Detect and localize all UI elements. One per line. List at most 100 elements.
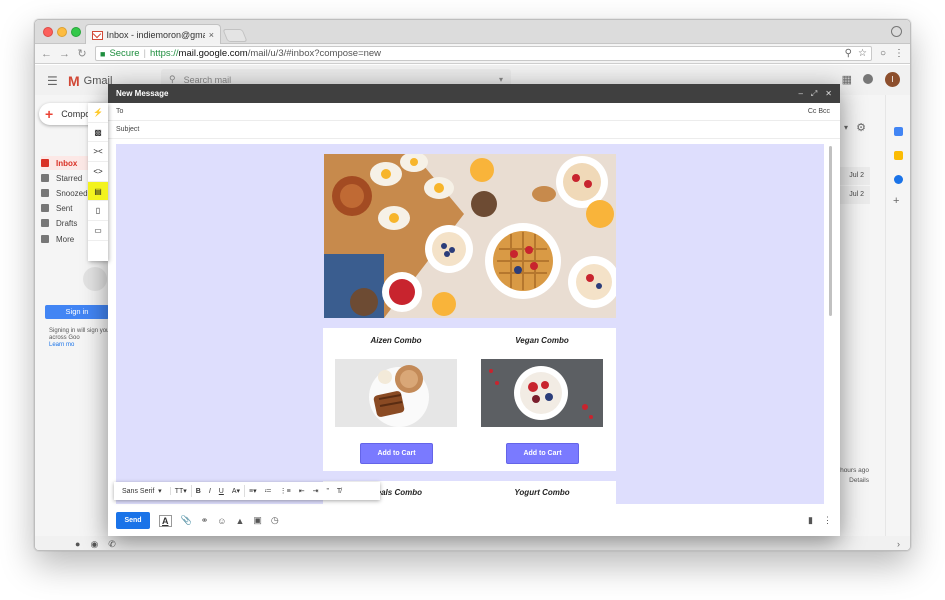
keep-icon[interactable] <box>894 151 903 160</box>
text-color-icon[interactable]: A▾ <box>228 487 244 495</box>
extension-icon[interactable]: ○ <box>880 48 886 59</box>
star-icon <box>41 174 49 182</box>
close-icon[interactable]: ✕ <box>825 89 832 99</box>
font-size-icon[interactable]: TT▾ <box>171 487 191 495</box>
code-icon[interactable]: <> <box>88 162 108 182</box>
forward-arrow-icon[interactable]: → <box>59 48 70 60</box>
hangouts-icon[interactable]: ◉ <box>90 539 98 550</box>
trash-icon[interactable]: ▮ <box>808 515 813 526</box>
minimize-icon[interactable]: – <box>798 89 802 99</box>
product-image-vegan <box>481 359 603 427</box>
chevron-down-icon[interactable]: ▾ <box>844 123 848 132</box>
product-image-aizen <box>335 359 457 427</box>
compose-header[interactable]: New Message – ⤢ ✕ <box>108 84 840 103</box>
tab-close-icon[interactable]: × <box>209 30 214 40</box>
confidential-icon[interactable]: ◷ <box>271 515 279 526</box>
browser-tab[interactable]: Inbox - indiemoron@gmail.com × <box>85 24 221 45</box>
new-tab-button[interactable] <box>222 29 248 42</box>
search-placeholder: Search mail <box>183 74 232 85</box>
align-icon[interactable]: ≡▾ <box>245 487 261 495</box>
back-arrow-icon[interactable]: ← <box>41 48 52 60</box>
emoji-icon[interactable]: ☺ <box>217 516 226 526</box>
main-menu-icon[interactable]: ☰ <box>47 74 58 88</box>
message-body-editor[interactable]: Aizen Combo Vegan Combo Add to Cart Add … <box>116 144 824 504</box>
gmail-favicon-icon <box>92 30 103 40</box>
calendar-icon[interactable] <box>894 127 903 136</box>
tab-strip: Inbox - indiemoron@gmail.com × <box>35 20 910 45</box>
address-bar[interactable]: ■ Secure | https://mail.google.com/mail/… <box>95 46 872 61</box>
subject-field[interactable]: Subject <box>116 126 139 133</box>
chevron-down-icon <box>41 235 49 243</box>
attach-icon[interactable]: 📎 <box>181 515 192 526</box>
lightning-icon[interactable]: ⚡ <box>88 103 108 123</box>
chevron-right-icon[interactable]: › <box>897 539 900 549</box>
minimize-window-button[interactable] <box>57 27 67 37</box>
bulleted-list-icon[interactable]: ⋮≡ <box>276 487 295 495</box>
close-window-button[interactable] <box>43 27 53 37</box>
mobile-preview-icon[interactable]: ▯ <box>88 201 108 222</box>
person-icon[interactable]: ● <box>75 539 80 549</box>
desktop-preview-icon[interactable]: ▭ <box>88 221 108 241</box>
plus-icon: + <box>45 106 54 122</box>
browser-menu-icon[interactable]: ⋮ <box>894 48 904 59</box>
more-options-icon[interactable]: ⋮ <box>823 515 832 526</box>
hangouts-signin-button[interactable]: Sign in <box>45 305 109 319</box>
account-activity: hours ago Details <box>840 467 869 486</box>
learn-more-link[interactable]: Learn mo <box>49 342 113 349</box>
browser-window: Inbox - indiemoron@gmail.com × ← → ↻ ■ S… <box>34 19 911 551</box>
formatting-toolbar: Sans Serif ▾ TT▾ B I U A▾ ≡▾ ≔ ⋮≡ ⇤ ⇥ ” … <box>114 482 380 500</box>
hangouts-signin-text: Signing in will sign you across Goo Lear… <box>49 328 113 349</box>
cc-bcc-link[interactable]: Cc Bcc <box>808 108 830 115</box>
photo-icon[interactable]: ▣ <box>253 515 262 526</box>
reload-icon[interactable]: ↻ <box>77 47 87 60</box>
hangouts-bar: ● ◉ ✆ <box>35 536 910 550</box>
browser-profile-icon[interactable] <box>891 26 902 37</box>
collapse-icon[interactable]: >< <box>88 142 108 163</box>
browser-toolbar: ← → ↻ ■ Secure | https://mail.google.com… <box>35 44 910 64</box>
gmail-logo[interactable]: M Gmail <box>68 73 112 89</box>
bookmark-star-icon[interactable]: ☆ <box>858 48 867 59</box>
send-button[interactable]: Send <box>116 512 150 529</box>
hangouts-avatar <box>83 267 107 291</box>
to-field[interactable]: To <box>116 108 123 115</box>
inbox-icon <box>41 159 49 167</box>
avatar[interactable]: I <box>885 72 900 87</box>
drive-icon[interactable]: ▲ <box>235 516 244 526</box>
numbered-list-icon[interactable]: ≔ <box>261 487 276 495</box>
notifications-icon[interactable] <box>863 74 873 84</box>
hero-food-image <box>324 154 616 318</box>
indent-more-icon[interactable]: ⇥ <box>309 487 323 495</box>
product-title: Yogurt Combo <box>514 488 570 497</box>
apps-grid-icon[interactable]: ▦ <box>842 73 852 86</box>
italic-icon[interactable]: I <box>205 488 215 495</box>
details-link[interactable]: Details <box>840 476 869 486</box>
maximize-window-button[interactable] <box>71 27 81 37</box>
side-panel-rail: + <box>885 95 910 550</box>
product-title: Vegan Combo <box>515 336 569 345</box>
font-select[interactable]: Sans Serif ▾ <box>118 487 171 495</box>
draft-icon <box>41 219 49 227</box>
add-to-cart-button[interactable]: Add to Cart <box>360 443 433 464</box>
zoom-icon[interactable]: ⚲ <box>845 48 852 59</box>
add-addon-icon[interactable]: + <box>893 195 899 207</box>
product-card-row: Aizen Combo Vegan Combo Add to Cart Add … <box>323 328 616 471</box>
clear-formatting-icon[interactable]: T̸ <box>333 488 345 495</box>
add-to-cart-button[interactable]: Add to Cart <box>506 443 579 464</box>
link-icon[interactable]: ⚭ <box>201 515 209 526</box>
search-options-icon[interactable]: ▾ <box>499 75 503 84</box>
compose-title: New Message <box>116 89 169 98</box>
tasks-icon[interactable] <box>894 175 903 184</box>
clock-icon <box>41 189 49 197</box>
indent-less-icon[interactable]: ⇤ <box>295 487 309 495</box>
lock-icon: ■ <box>100 48 106 59</box>
editor-scrollbar[interactable] <box>829 146 832 316</box>
quote-icon[interactable]: ” <box>323 488 333 495</box>
bold-icon[interactable]: B <box>192 488 205 495</box>
phone-icon[interactable]: ✆ <box>108 539 116 550</box>
formatting-options-icon[interactable]: A <box>159 514 172 527</box>
puzzle-icon[interactable]: ▩ <box>88 123 108 143</box>
gear-icon[interactable]: ⚙ <box>856 121 866 134</box>
underline-icon[interactable]: U <box>215 488 228 495</box>
expand-icon[interactable]: ⤢ <box>811 89 817 99</box>
document-icon[interactable]: ▤ <box>88 181 108 202</box>
